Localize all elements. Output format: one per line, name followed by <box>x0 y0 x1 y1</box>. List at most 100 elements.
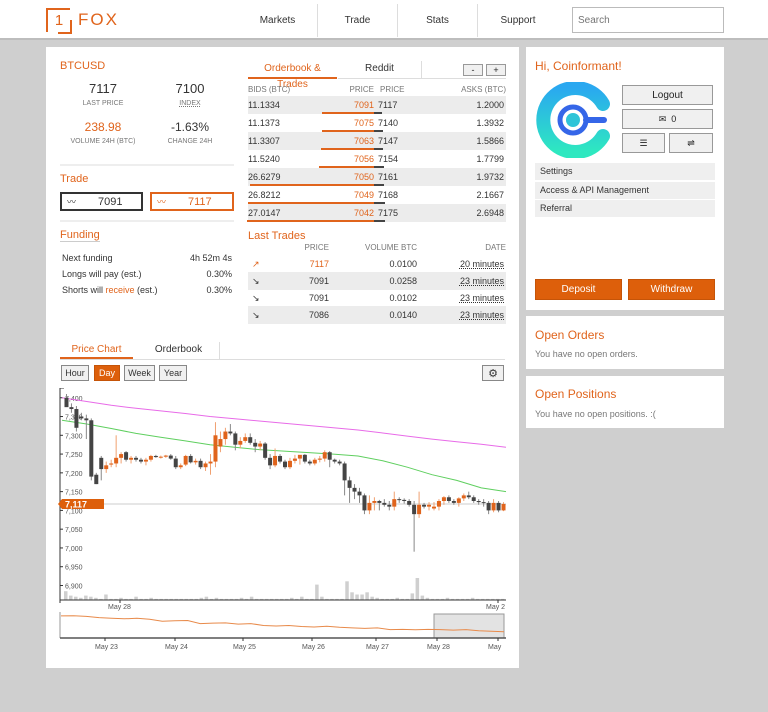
chart-settings-button[interactable]: ⚙ <box>482 365 504 381</box>
volume-stat: 238.98 VOLUME 24H (BTC) <box>58 120 148 145</box>
nav-stats[interactable]: Stats <box>398 4 478 37</box>
withdraw-button[interactable]: Withdraw <box>628 279 715 300</box>
open-orders-title: Open Orders <box>535 328 605 342</box>
menu-referral[interactable]: Referral <box>535 200 715 217</box>
trade-date[interactable]: 23 minutes <box>417 310 506 320</box>
timeframe-hour[interactable]: Hour <box>61 365 89 381</box>
volume-bar <box>84 595 88 600</box>
change-stat: -1.63% CHANGE 24H <box>145 120 235 145</box>
candle-body <box>233 433 238 445</box>
candle-body <box>188 455 193 463</box>
col-date: DATE <box>485 243 506 252</box>
ask-depth-bar <box>374 220 385 222</box>
volume-label: VOLUME 24H (BTC) <box>70 138 136 145</box>
trades-header: PRICE VOLUME BTC DATE <box>248 243 506 252</box>
trade-price: 7091 <box>308 276 329 286</box>
candle-body <box>491 502 496 511</box>
timeframe-day[interactable]: Day <box>94 365 120 381</box>
tab-orderbook-trades[interactable]: Orderbook & Trades <box>248 61 337 90</box>
candle-body <box>243 437 248 441</box>
nav-markets[interactable]: Markets <box>238 4 318 37</box>
candle-body <box>193 460 198 463</box>
menu-api-management[interactable]: Access & API Management <box>535 182 715 199</box>
buy-button[interactable]: 〰 7117 <box>150 192 234 211</box>
label-highlight: receive <box>105 285 135 295</box>
volume-bar <box>415 578 420 600</box>
deposit-button[interactable]: Deposit <box>535 279 622 300</box>
candle-body <box>337 461 342 464</box>
envelope-icon: ✉ <box>658 113 667 124</box>
candle-body <box>332 459 337 462</box>
candle-body <box>138 459 143 462</box>
current-price-label: 7,117 <box>65 500 87 510</box>
messages-button[interactable]: ✉ 0 <box>622 109 713 129</box>
search-input[interactable] <box>572 7 724 33</box>
timeframe-year[interactable]: Year <box>159 365 187 381</box>
navigator-tick-label: May 25 <box>233 644 256 651</box>
logo-mark: 1 <box>46 8 72 34</box>
funding-table: Next funding 4h 52m 4s Longs will pay (es… <box>62 250 232 298</box>
avatar[interactable] <box>535 82 615 158</box>
index-label[interactable]: INDEX <box>145 100 235 107</box>
candle-body <box>129 457 134 460</box>
logout-button[interactable]: Logout <box>622 85 713 105</box>
funding-row: Longs will pay (est.) 0.30% <box>62 266 232 282</box>
trend-down-icon: ↘ <box>252 275 260 286</box>
zoom-out-button[interactable]: - <box>463 64 483 76</box>
funding-row: Shorts will receive (est.) 0.30% <box>62 282 232 298</box>
candle-body <box>317 458 322 460</box>
trade-date[interactable]: 23 minutes <box>417 276 506 286</box>
candle-body <box>407 501 412 505</box>
candle-body <box>203 463 208 468</box>
x-tick-label: May 2 <box>486 604 505 611</box>
nav-support[interactable]: Support <box>478 4 558 37</box>
transfer-button[interactable]: ⇌ <box>669 133 713 153</box>
funding-title: Funding <box>60 229 100 242</box>
candle-body <box>461 495 466 499</box>
candle-body <box>392 499 397 507</box>
bid-price: 7050 <box>353 172 374 182</box>
navigator-tick-label: May 24 <box>165 644 188 651</box>
tab-price-chart[interactable]: Price Chart <box>60 342 133 359</box>
funding-label: Next funding <box>62 253 113 263</box>
logo[interactable]: 1 FOX <box>46 8 119 34</box>
sell-button[interactable]: 〰 7091 <box>60 192 143 211</box>
trend-up-icon: ↗ <box>252 258 260 269</box>
orderbook-header: BIDS (BTC) PRICE PRICE ASKS (BTC) <box>248 85 506 94</box>
trade-date[interactable]: 20 minutes <box>417 259 506 269</box>
menu-settings[interactable]: Settings <box>535 163 715 180</box>
buy-price: 7117 <box>188 195 212 208</box>
bid-price: 7042 <box>353 208 374 218</box>
tab-reddit[interactable]: Reddit <box>338 61 422 79</box>
candle-body <box>228 431 233 434</box>
timeframe-week[interactable]: Week <box>124 365 155 381</box>
open-positions-title: Open Positions <box>535 387 617 401</box>
top-bar: 1 FOX Markets Trade Stats Support <box>0 0 768 40</box>
zoom-in-button[interactable]: + <box>486 64 506 76</box>
candle-body <box>163 455 168 457</box>
candle-body <box>441 497 446 502</box>
bid-size: 11.1334 <box>248 100 280 110</box>
tab-orderbook-chart[interactable]: Orderbook <box>138 342 220 359</box>
price-chart[interactable]: 7,4007,3507,3007,2507,2007,1507,1007,050… <box>58 388 508 653</box>
candle-body <box>124 452 129 460</box>
volume-bar <box>355 594 359 600</box>
preferences-button[interactable]: ☰ <box>622 133 665 153</box>
candle-body <box>89 420 94 477</box>
candle-body <box>253 442 258 447</box>
candle-body <box>153 455 158 458</box>
ask-size: 2.1667 <box>476 190 504 200</box>
volume-bar <box>69 595 73 600</box>
trade-date[interactable]: 23 minutes <box>417 293 506 303</box>
ask-size: 1.7799 <box>476 154 504 164</box>
candle-body <box>178 465 183 468</box>
nav-trade[interactable]: Trade <box>318 4 398 37</box>
ask-price: 7140 <box>378 118 399 128</box>
candle-body <box>382 502 387 505</box>
trend-down-icon: ↘ <box>252 309 260 320</box>
volume-bar <box>64 591 68 600</box>
candle-body <box>327 452 332 460</box>
candle-body <box>263 443 268 458</box>
candle-body <box>307 461 312 464</box>
candle-body <box>223 431 228 440</box>
